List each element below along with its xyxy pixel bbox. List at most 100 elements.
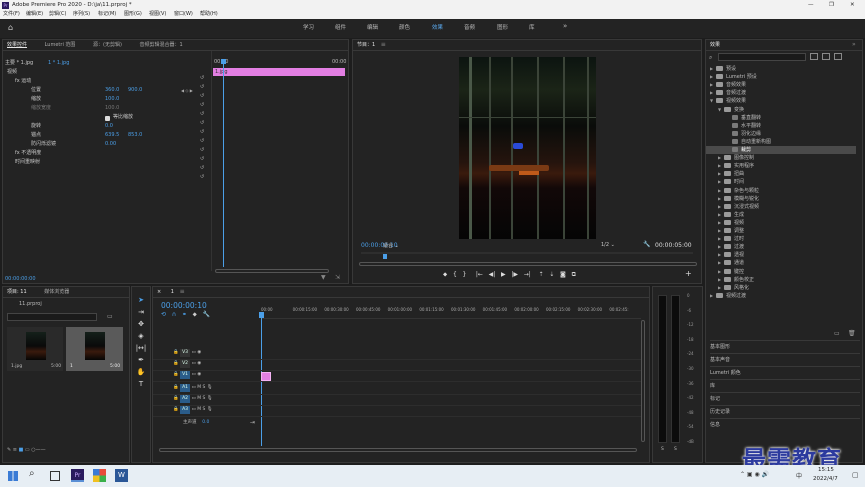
add-marker-icon[interactable]: ⬥ <box>443 271 447 278</box>
go-to-out-icon[interactable]: →| <box>524 271 531 278</box>
reset-icon[interactable]: ↺ <box>200 155 208 164</box>
project-item-thumb[interactable]: 1 5:00 <box>66 327 123 371</box>
menu-clip[interactable]: 剪辑(C) <box>49 11 66 18</box>
project-search-input[interactable] <box>7 313 97 321</box>
effects-folder[interactable]: ▶ 过时 <box>706 235 856 243</box>
panel-libraries[interactable]: 库 <box>710 379 860 392</box>
effects-folder[interactable]: ▶ 扭曲 <box>706 170 856 178</box>
panel-essential-sound[interactable]: 基本声音 <box>710 353 860 366</box>
workspace-effects[interactable]: 效果 <box>432 23 443 31</box>
ec-clip-bar[interactable]: 1.jpg <box>213 68 345 76</box>
track-label-a1[interactable]: A1 <box>180 384 191 392</box>
lock-icon[interactable]: ✎ <box>7 447 11 453</box>
delete-icon[interactable]: 🗑 <box>848 330 856 337</box>
windows-start-icon[interactable] <box>8 471 18 481</box>
sync-icon[interactable]: ▭ <box>191 350 195 355</box>
effect-item[interactable]: 水平翻转 <box>706 122 856 130</box>
timeline-ruler[interactable]: 00:00 00:00:15:00 00:00:30:00 00:00:45:00 00… <box>261 305 641 319</box>
sync-icon[interactable]: ▭ <box>191 361 195 366</box>
program-video-frame[interactable] <box>459 57 596 239</box>
resolution-dropdown[interactable]: 1/2 ⌄ <box>601 242 615 248</box>
mic-icon[interactable]: 🎙 <box>207 396 213 401</box>
notification-icon[interactable]: ▢ <box>852 471 859 479</box>
menu-help[interactable]: 帮助(H) <box>200 11 218 18</box>
uniform-scale-checkbox[interactable] <box>105 116 110 121</box>
solo-left-button[interactable]: S <box>661 447 664 452</box>
home-icon[interactable]: ⌂ <box>8 23 17 32</box>
sync-icon[interactable]: ▭ <box>191 385 195 390</box>
position-x-value[interactable]: 360.0 <box>105 86 119 95</box>
lock-icon[interactable]: 🔒 <box>173 350 179 355</box>
reset-icon[interactable]: ↺ <box>200 173 208 182</box>
workspace-learn[interactable]: 学习 <box>303 23 314 31</box>
program-playhead[interactable] <box>383 254 387 259</box>
new-bin-icon[interactable]: ▭ <box>834 330 840 337</box>
selection-tool-icon[interactable]: ➤ <box>135 295 147 305</box>
track-label-v3[interactable]: V3 <box>180 349 191 357</box>
panel-history[interactable]: 历史记录 <box>710 405 860 418</box>
lock-icon[interactable]: 🔒 <box>173 407 179 412</box>
linked-selection-icon[interactable]: ⚭ <box>182 311 187 318</box>
workspace-libraries[interactable]: 库 <box>529 23 535 31</box>
lock-icon[interactable]: 🔒 <box>173 396 179 401</box>
effects-folder[interactable]: ▶ 风格化 <box>706 284 856 292</box>
yuv-icon[interactable] <box>834 53 842 60</box>
premiere-taskbar-icon[interactable]: Pr <box>71 469 84 482</box>
effects-folder[interactable]: ▶ 音频过渡 <box>706 89 856 97</box>
panel-expand-icon[interactable]: » <box>852 41 856 48</box>
wrench-icon[interactable]: 🔧 <box>643 241 650 248</box>
end-icon[interactable]: ⇥ <box>250 419 255 426</box>
effects-folder[interactable]: ▶ 模糊与锐化 <box>706 195 856 203</box>
clip-v1[interactable] <box>261 372 271 381</box>
solo-icon[interactable]: S <box>203 385 206 390</box>
effects-folder[interactable]: ▶ 视频 <box>706 219 856 227</box>
panel-markers[interactable]: 标记 <box>710 392 860 405</box>
time-remap-row[interactable]: 时间重映射 <box>15 158 40 167</box>
mute-icon[interactable]: M <box>197 396 201 401</box>
list-view-icon[interactable]: ≡ <box>13 447 17 453</box>
eye-icon[interactable]: ◉ <box>197 372 201 377</box>
panel-menu-icon[interactable]: ≡ <box>180 288 185 295</box>
track-label-v2[interactable]: V2 <box>180 360 191 368</box>
ec-filter-icon[interactable]: ▼ <box>321 274 326 281</box>
tray-icons[interactable]: ⌃ ▣ ◉ 🔊 <box>740 471 769 478</box>
effects-search-input[interactable] <box>718 53 806 61</box>
add-button-icon[interactable]: + <box>685 269 692 278</box>
effects-folder[interactable]: ▶ Lumetri 预设 <box>706 73 856 81</box>
new-bin-icon[interactable]: ▭ <box>107 313 113 320</box>
panel-basic-graphics[interactable]: 基本图形 <box>710 340 860 353</box>
play-icon[interactable]: ▶ <box>501 271 506 278</box>
effect-item[interactable]: 羽化边缘 <box>706 130 856 138</box>
lock-icon[interactable]: 🔒 <box>173 361 179 366</box>
panel-menu-icon[interactable]: ≡ <box>381 41 386 48</box>
menu-edit[interactable]: 编辑(E) <box>26 11 43 18</box>
effects-folder[interactable]: ▼ 视频效果 <box>706 97 856 105</box>
effects-folder[interactable]: ▶ 键控 <box>706 268 856 276</box>
sync-icon[interactable]: ▭ <box>191 396 195 401</box>
solo-icon[interactable]: S <box>203 396 206 401</box>
scale-value[interactable]: 100.0 <box>105 95 119 104</box>
eye-icon[interactable]: ◉ <box>197 350 201 355</box>
app-taskbar-icon[interactable] <box>93 469 106 482</box>
maximize-button[interactable]: ❐ <box>829 1 834 9</box>
reset-icon[interactable]: ↺ <box>200 164 208 173</box>
anchor-y-value[interactable]: 853.0 <box>128 131 142 140</box>
word-taskbar-icon[interactable]: W <box>115 469 128 482</box>
effects-folder[interactable]: ▶ 杂色与颗粒 <box>706 187 856 195</box>
track-select-tool-icon[interactable]: ⇥ <box>135 307 147 317</box>
sequence-clip-label[interactable]: 1 * 1.jpg <box>48 59 69 68</box>
freeform-view-icon[interactable]: ▭ <box>25 447 30 453</box>
reset-icon[interactable]: ↺ <box>200 137 208 146</box>
workspace-audio[interactable]: 音频 <box>464 23 475 31</box>
reset-icon[interactable]: ↺ <box>200 92 208 101</box>
menu-graphics[interactable]: 图形(G) <box>124 11 142 18</box>
menu-window[interactable]: 窗口(W) <box>174 11 193 18</box>
effects-folder[interactable]: ▶ 实用程序 <box>706 162 856 170</box>
reset-icon[interactable]: ↺ <box>200 146 208 155</box>
search-icon[interactable]: ⌕ <box>29 468 35 479</box>
step-forward-icon[interactable]: |▶ <box>511 271 518 278</box>
effects-folder[interactable]: ▶ 时间 <box>706 178 856 186</box>
master-clip-label[interactable]: 主要 * 1.jpg <box>5 59 33 68</box>
effects-folder[interactable]: ▼ 变换 <box>706 106 856 114</box>
tab-media-browser[interactable]: 媒体浏览器 <box>40 287 73 297</box>
